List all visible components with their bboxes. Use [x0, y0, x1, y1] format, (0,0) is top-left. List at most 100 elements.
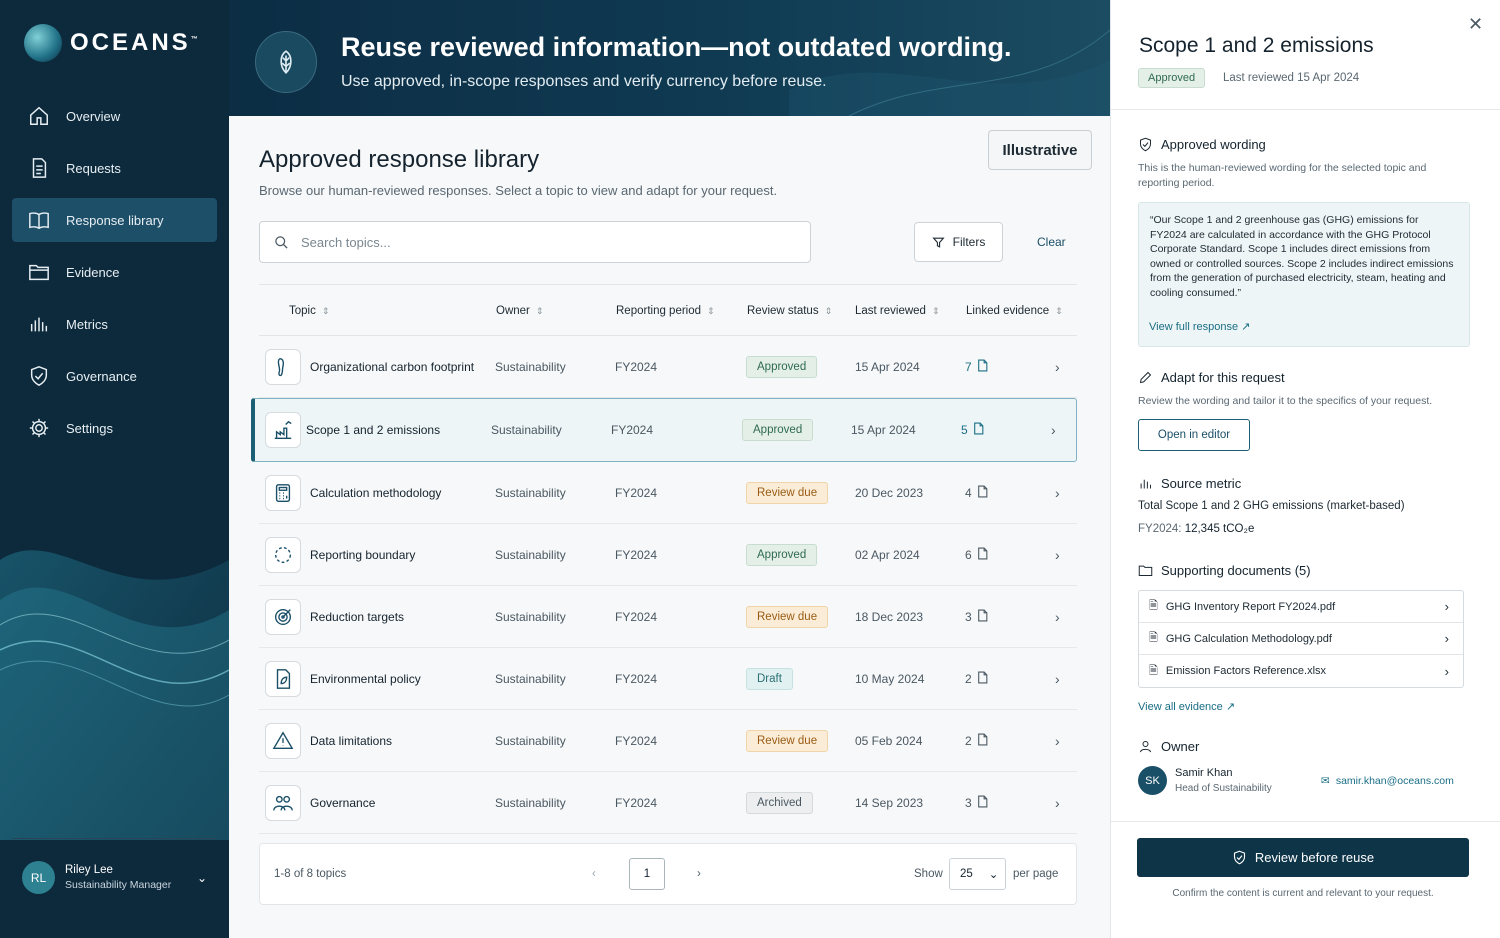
table-row[interactable]: Data limitations Sustainability FY2024 R…	[259, 710, 1077, 772]
document-item[interactable]: 🗎 GHG Inventory Report FY2024.pdf ›	[1139, 591, 1463, 623]
oceans-logo[interactable]: OCEANS™	[24, 24, 198, 62]
document-item[interactable]: 🗎 GHG Calculation Methodology.pdf ›	[1139, 623, 1463, 655]
column-header-topic[interactable]: Topic ⇕	[289, 305, 329, 317]
table-row[interactable]: Calculation methodology Sustainability F…	[259, 462, 1077, 524]
response-table: Topic ⇕ Owner ⇕ Reporting period ⇕ Review s…	[251, 284, 1077, 834]
linked-evidence-cell[interactable]: 3	[965, 609, 988, 625]
last-reviewed-cell: 15 Apr 2024	[851, 423, 916, 437]
chevron-right-icon[interactable]: ›	[697, 868, 701, 880]
section-heading-text: Approved wording	[1161, 137, 1266, 152]
sidebar: OCEANS™ Overview Requests Response libra…	[0, 0, 229, 938]
column-label: Review status	[747, 305, 819, 317]
search-input[interactable]	[301, 234, 781, 250]
owner-email-link[interactable]: ✉ samir.khan@oceans.com	[1321, 775, 1454, 787]
close-icon[interactable]: ✕	[1468, 14, 1483, 35]
linked-evidence-cell[interactable]: 6	[965, 547, 988, 563]
review-before-reuse-button[interactable]: Review before reuse	[1137, 838, 1469, 877]
sidebar-item-metrics[interactable]: Metrics	[12, 302, 217, 346]
chevron-right-icon[interactable]: ›	[1055, 795, 1060, 811]
column-label: Linked evidence	[966, 305, 1050, 317]
sidebar-item-requests[interactable]: Requests	[12, 146, 217, 190]
last-reviewed-cell: 15 Apr 2024	[855, 359, 920, 374]
folder-icon	[1138, 565, 1153, 576]
linked-count: 6	[965, 547, 972, 562]
link-text: View full response	[1149, 321, 1239, 333]
topic-name: Scope 1 and 2 emissions	[306, 423, 441, 437]
section-heading-text: Source metric	[1161, 476, 1242, 491]
linked-evidence-cell[interactable]: 3	[965, 795, 988, 811]
owner-heading: Owner	[1138, 739, 1199, 754]
footprint-icon	[265, 348, 301, 385]
topic-name: Data limitations	[310, 733, 393, 748]
clear-button[interactable]: Clear	[1037, 235, 1066, 249]
search-box[interactable]	[259, 221, 811, 263]
linked-evidence-cell[interactable]: 2	[965, 733, 988, 749]
table-row[interactable]: Reduction targets Sustainability FY2024 …	[259, 586, 1077, 648]
status-badge: Approved	[742, 419, 814, 441]
filters-button[interactable]: Filters	[914, 222, 1003, 262]
linked-evidence-cell[interactable]: 2	[965, 671, 988, 687]
table-row[interactable]: Scope 1 and 2 emissions Sustainability F…	[251, 398, 1077, 462]
people-icon	[265, 784, 301, 821]
linked-evidence-cell[interactable]: 5	[961, 422, 984, 438]
period-cell: FY2024	[615, 671, 658, 686]
linked-count: 2	[965, 733, 972, 748]
linked-evidence-cell[interactable]: 7	[965, 359, 988, 375]
open-in-editor-button[interactable]: Open in editor	[1138, 419, 1250, 451]
external-link-icon: ↗	[1241, 321, 1251, 333]
sidebar-item-label: Metrics	[66, 316, 108, 332]
file-icon	[977, 733, 988, 749]
topic-name: Reporting boundary	[310, 547, 416, 562]
per-page-select[interactable]: 25 ⌄	[949, 858, 1006, 890]
chevron-right-icon[interactable]: ›	[1055, 671, 1060, 687]
column-header-last-reviewed[interactable]: Last reviewed ⇕	[855, 305, 940, 317]
column-header-linked-evidence[interactable]: Linked evidence ⇕	[966, 305, 1063, 317]
banner-title: Reuse reviewed information—not outdated …	[341, 32, 1012, 62]
file-icon: 🗎	[1149, 664, 1158, 677]
panel-title: Scope 1 and 2 emissions	[1139, 34, 1374, 57]
document-item[interactable]: 🗎 Emission Factors Reference.xlsx ›	[1139, 655, 1463, 687]
chevron-right-icon[interactable]: ›	[1055, 733, 1060, 749]
sidebar-item-evidence[interactable]: Evidence	[12, 250, 217, 294]
user-menu[interactable]: RL Riley Lee Sustainability Manager ⌄	[12, 838, 217, 916]
leaf-icon	[255, 31, 317, 93]
owner-name: Samir Khan	[1175, 767, 1233, 779]
view-all-evidence-link[interactable]: View all evidence ↗	[1138, 700, 1235, 713]
period-cell: FY2024	[615, 359, 658, 374]
chevron-right-icon[interactable]: ›	[1055, 485, 1060, 501]
sidebar-item-governance[interactable]: Governance	[12, 354, 217, 398]
column-header-reporting-period[interactable]: Reporting period ⇕	[616, 305, 715, 317]
sidebar-item-overview[interactable]: Overview	[12, 94, 217, 138]
table-row[interactable]: Environmental policy Sustainability FY20…	[259, 648, 1077, 710]
status-badge: Approved	[746, 543, 818, 566]
last-reviewed-cell: 10 May 2024	[855, 671, 925, 686]
table-row[interactable]: Organizational carbon footprint Sustaina…	[259, 336, 1077, 398]
linked-evidence-cell[interactable]: 4	[965, 485, 988, 501]
column-header-review-status[interactable]: Review status ⇕	[747, 305, 832, 317]
chevron-down-icon[interactable]: ⌄	[197, 871, 207, 885]
topic-name: Organizational carbon footprint	[310, 359, 475, 374]
view-full-response-link[interactable]: View full response ↗	[1149, 320, 1250, 333]
last-reviewed-cell: 20 Dec 2023	[855, 485, 924, 500]
chevron-right-icon[interactable]: ›	[1055, 547, 1060, 563]
table-row[interactable]: Governance Sustainability FY2024 Archive…	[259, 772, 1077, 834]
shield-icon	[30, 366, 48, 386]
period-cell: FY2024	[615, 795, 658, 810]
chevron-left-icon[interactable]: ‹	[592, 868, 596, 880]
sidebar-item-response-library[interactable]: Response library	[12, 198, 217, 242]
table-body: Organizational carbon footprint Sustaina…	[251, 336, 1077, 834]
sidebar-item-label: Governance	[66, 368, 137, 384]
sort-icon: ⇕	[321, 305, 330, 316]
chevron-right-icon[interactable]: ›	[1055, 609, 1060, 625]
shield-check-icon	[1233, 850, 1245, 865]
sidebar-item-settings[interactable]: Settings	[12, 406, 217, 450]
column-header-owner[interactable]: Owner ⇕	[496, 305, 543, 317]
sort-icon: ⇕	[535, 305, 544, 316]
column-label: Owner	[496, 305, 530, 317]
email-text: samir.khan@oceans.com	[1335, 775, 1454, 787]
chevron-right-icon[interactable]: ›	[1055, 359, 1060, 375]
mail-icon: ✉	[1321, 775, 1330, 787]
chevron-right-icon[interactable]: ›	[1051, 422, 1056, 438]
page-number-button[interactable]: 1	[629, 858, 665, 890]
table-row[interactable]: Reporting boundary Sustainability FY2024…	[259, 524, 1077, 586]
